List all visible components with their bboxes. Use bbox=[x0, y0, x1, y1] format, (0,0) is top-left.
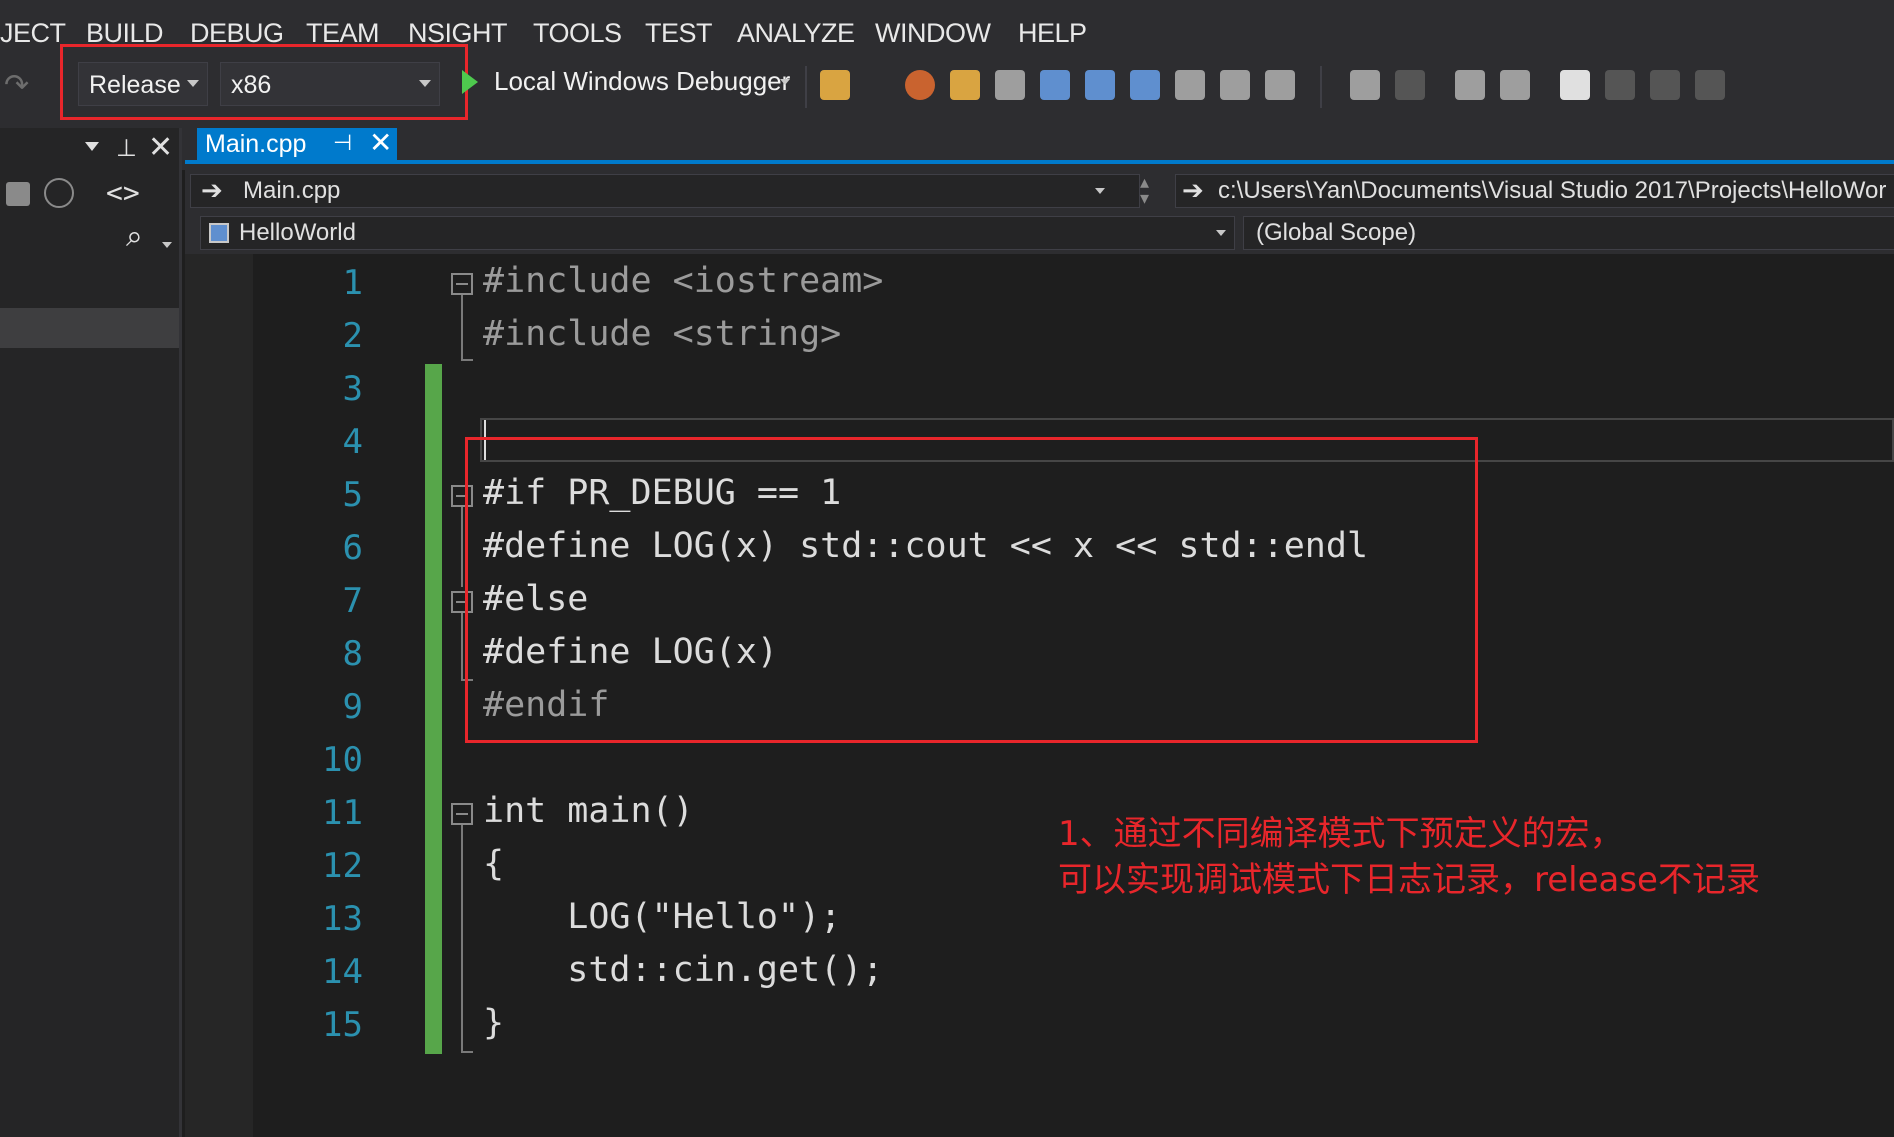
project-icon bbox=[209, 223, 229, 243]
chevron-down-icon[interactable] bbox=[780, 79, 790, 85]
annotation-line-2: 可以实现调试模式下日志记录，release不记录 bbox=[1058, 860, 1760, 900]
line-number: 2 bbox=[342, 316, 363, 356]
document-tab-strip: Main.cpp ⊣ ✕ bbox=[185, 126, 1894, 164]
file-nav-bar: ➔ Main.cpp ▴ ▾ ➔ c:\Users\Yan\Documents\V… bbox=[185, 170, 1894, 212]
bookmark-icon[interactable] bbox=[1560, 70, 1590, 100]
comment-icon[interactable] bbox=[995, 70, 1025, 100]
fold-guide bbox=[461, 295, 463, 361]
toolbar-separator bbox=[1320, 66, 1322, 108]
code-line: LOG("Hello"); bbox=[483, 897, 842, 937]
breakpoint-icon[interactable] bbox=[1220, 70, 1250, 100]
menu-test[interactable]: TEST bbox=[645, 18, 713, 49]
chevron-down-icon bbox=[1095, 188, 1105, 194]
fold-toggle[interactable] bbox=[451, 803, 473, 825]
chevron-down-icon[interactable] bbox=[162, 242, 172, 248]
line-number: 8 bbox=[342, 634, 363, 674]
menu-help[interactable]: HELP bbox=[1018, 18, 1087, 49]
pin-icon[interactable]: ⊣ bbox=[333, 130, 352, 156]
collapse-all-icon[interactable] bbox=[6, 182, 30, 206]
step-over-icon[interactable] bbox=[1085, 70, 1115, 100]
fold-guide bbox=[461, 613, 463, 681]
code-line: #include <iostream> bbox=[483, 261, 884, 301]
code-line: std::cin.get(); bbox=[483, 950, 884, 990]
file-path: c:\Users\Yan\Documents\Visual Studio 201… bbox=[1218, 177, 1887, 204]
fold-guide bbox=[461, 359, 473, 361]
project-name: HelloWorld bbox=[239, 219, 356, 246]
code-line: #include <string> bbox=[483, 314, 842, 354]
line-number: 7 bbox=[342, 581, 363, 621]
line-number: 13 bbox=[322, 899, 363, 939]
highlight-box-macros bbox=[465, 437, 1478, 743]
line-number: 3 bbox=[342, 369, 363, 409]
file-dropdown-value: Main.cpp bbox=[243, 177, 341, 204]
menu-analyze[interactable]: ANALYZE bbox=[737, 18, 855, 49]
side-panel: ⊥ ✕ <> ⌕ bbox=[0, 128, 182, 1137]
line-number: 4 bbox=[342, 422, 363, 462]
highlight-box-config bbox=[60, 44, 468, 120]
arrow-right-icon: ➔ bbox=[201, 175, 223, 205]
code-line: int main() bbox=[483, 791, 694, 831]
line-number: 14 bbox=[322, 952, 363, 992]
fold-guide bbox=[461, 507, 463, 587]
scope-name: (Global Scope) bbox=[1256, 219, 1417, 246]
menu-project[interactable]: JECT bbox=[0, 18, 66, 49]
fold-guide bbox=[461, 1051, 473, 1053]
search-icon[interactable]: ⌕ bbox=[126, 220, 143, 254]
step-out-icon[interactable] bbox=[1175, 70, 1205, 100]
outdent-icon[interactable] bbox=[1395, 70, 1425, 100]
next-bookmark-icon[interactable] bbox=[1650, 70, 1680, 100]
file-dropdown[interactable]: ➔ Main.cpp bbox=[190, 174, 1140, 208]
line-number: 1 bbox=[342, 263, 363, 303]
arrow-right-icon: ➔ bbox=[1182, 175, 1204, 205]
uncomment-lines-icon[interactable] bbox=[1500, 70, 1530, 100]
line-number: 11 bbox=[322, 793, 363, 833]
line-number: 6 bbox=[342, 528, 363, 568]
refresh-icon[interactable] bbox=[44, 178, 74, 208]
attach-icon[interactable] bbox=[1265, 70, 1295, 100]
toolbar-separator bbox=[805, 66, 807, 108]
menu-window[interactable]: WINDOW bbox=[875, 18, 991, 49]
project-dropdown[interactable]: HelloWorld bbox=[200, 216, 1235, 250]
scope-nav-bar: HelloWorld (Global Scope) bbox=[185, 212, 1894, 254]
line-number: 10 bbox=[322, 740, 363, 780]
fold-guide bbox=[461, 825, 463, 1053]
start-debugging-icon[interactable] bbox=[462, 70, 478, 94]
code-line: { bbox=[483, 844, 505, 884]
fold-toggle[interactable] bbox=[451, 273, 473, 295]
solution-explorer-icon[interactable] bbox=[950, 70, 980, 100]
change-indicator-bar bbox=[425, 364, 442, 1054]
chevron-down-icon[interactable] bbox=[85, 142, 99, 151]
indent-icon[interactable] bbox=[1350, 70, 1380, 100]
editor-gutter bbox=[185, 254, 253, 1137]
code-view-icon[interactable]: <> bbox=[106, 176, 140, 209]
pin-icon[interactable]: ⊥ bbox=[116, 134, 137, 163]
start-debugger-button[interactable]: Local Windows Debugger bbox=[494, 66, 790, 97]
line-number: 9 bbox=[342, 687, 363, 727]
line-number: 15 bbox=[322, 1005, 363, 1045]
selected-tree-row[interactable] bbox=[0, 308, 179, 348]
close-icon[interactable]: ✕ bbox=[369, 126, 392, 159]
splitter-icon[interactable]: ▴ ▾ bbox=[1140, 173, 1149, 207]
tab-main-cpp[interactable]: Main.cpp ⊣ ✕ bbox=[197, 126, 397, 162]
menu-tools[interactable]: TOOLS bbox=[533, 18, 622, 49]
stop-icon[interactable] bbox=[905, 70, 935, 100]
code-line: } bbox=[483, 1003, 505, 1043]
scope-dropdown[interactable]: (Global Scope) bbox=[1243, 216, 1894, 250]
annotation-line-1: 1、通过不同编译模式下预定义的宏， bbox=[1058, 814, 1624, 854]
line-number: 5 bbox=[342, 475, 363, 515]
tab-label: Main.cpp bbox=[205, 130, 307, 158]
line-number: 12 bbox=[322, 846, 363, 886]
close-icon[interactable]: ✕ bbox=[148, 130, 173, 165]
prev-bookmark-icon[interactable] bbox=[1605, 70, 1635, 100]
find-icon[interactable] bbox=[1040, 70, 1070, 100]
comment-lines-icon[interactable] bbox=[1455, 70, 1485, 100]
chevron-down-icon bbox=[1216, 230, 1226, 236]
redo-icon[interactable]: ↷ bbox=[4, 68, 29, 103]
browse-icon[interactable] bbox=[820, 70, 850, 100]
path-dropdown[interactable]: ➔ c:\Users\Yan\Documents\Visual Studio 2… bbox=[1175, 174, 1894, 208]
step-into-icon[interactable] bbox=[1130, 70, 1160, 100]
clear-bookmarks-icon[interactable] bbox=[1695, 70, 1725, 100]
